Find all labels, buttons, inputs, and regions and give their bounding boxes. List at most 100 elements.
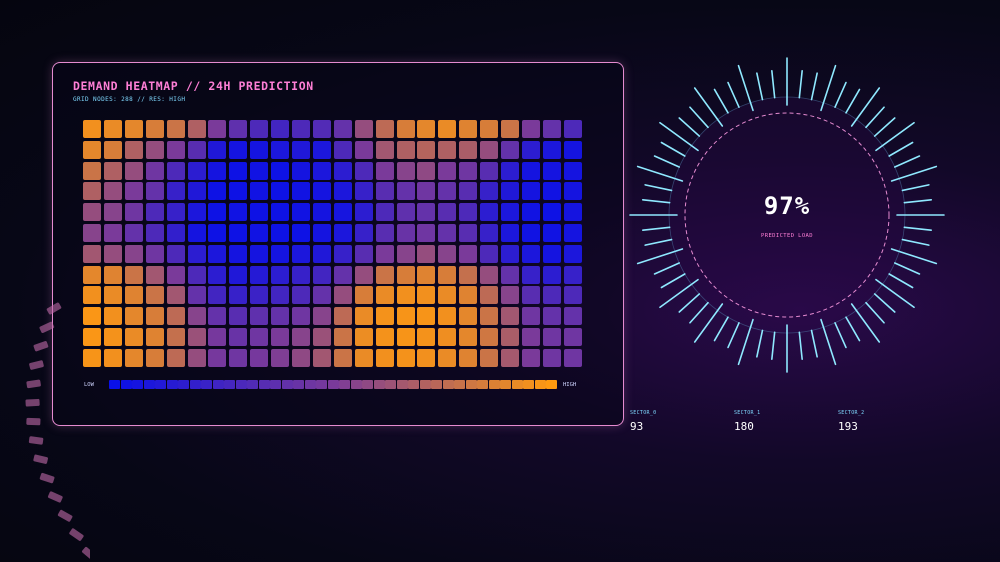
- heatmap-cell: [521, 328, 540, 346]
- heatmap-cell: [229, 182, 248, 201]
- heatmap-cell: [396, 161, 415, 180]
- heatmap-cell: [187, 328, 206, 346]
- heatmap-cell: [480, 286, 499, 305]
- heatmap-cell: [333, 224, 352, 242]
- heatmap-cell: [396, 182, 415, 201]
- gauge-tick: [689, 301, 709, 324]
- heatmap-cell: [417, 307, 436, 326]
- arc-segment: [26, 417, 41, 426]
- legend-step: [224, 380, 235, 389]
- heatmap-cell: [521, 120, 540, 138]
- heatmap-cell: [459, 224, 478, 242]
- heatmap-cell: [375, 348, 394, 367]
- heatmap-cell: [521, 307, 540, 326]
- heatmap-cell: [521, 265, 540, 284]
- heatmap-cell: [354, 286, 373, 305]
- legend-step: [247, 380, 258, 389]
- legend-step: [431, 380, 442, 389]
- heatmap-cell: [417, 286, 436, 305]
- arc-segment: [47, 491, 63, 503]
- gauge-tick: [875, 278, 915, 309]
- heatmap-cell: [459, 244, 478, 263]
- heatmap-cell: [145, 348, 164, 367]
- heatmap-cell: [480, 328, 499, 346]
- gauge-tick: [641, 199, 671, 204]
- heatmap-cell: [187, 286, 206, 305]
- heatmap-cell: [312, 286, 331, 305]
- gauge-tick: [653, 262, 681, 275]
- heatmap-cell: [292, 265, 310, 284]
- legend-step: [350, 380, 362, 389]
- arc-segment: [82, 546, 90, 561]
- gauge-tick: [660, 273, 686, 289]
- heatmap-cell: [250, 203, 269, 222]
- heatmap-cell: [271, 265, 290, 284]
- gauge-tick: [713, 316, 729, 342]
- heatmap-cell: [83, 244, 101, 263]
- heatmap-cell: [333, 161, 352, 180]
- legend-step: [488, 380, 500, 389]
- gauge-tick: [865, 106, 885, 129]
- heatmap-cell: [501, 203, 519, 222]
- heatmap-cell: [250, 161, 269, 180]
- gauge-tick: [660, 141, 686, 157]
- heatmap-cell: [333, 140, 352, 159]
- gauge-tick: [810, 329, 818, 358]
- heatmap-cell: [480, 265, 499, 284]
- gauge-tick: [820, 318, 837, 366]
- heatmap-cell: [542, 140, 561, 159]
- heatmap-cell: [145, 244, 164, 263]
- gauge-tick: [865, 301, 885, 324]
- heatmap-cell: [271, 328, 290, 346]
- heatmap-cell: [333, 244, 352, 263]
- gauge-tick: [890, 248, 938, 265]
- heatmap-cell: [501, 120, 519, 138]
- arc-segment: [25, 398, 40, 407]
- heatmap-cell: [166, 224, 185, 242]
- heatmap-cell: [438, 140, 457, 159]
- legend-step: [143, 380, 155, 389]
- heatmap-cell: [103, 286, 122, 305]
- legend-step: [327, 380, 339, 389]
- gauge-tick: [693, 303, 724, 343]
- heatmap-cell: [417, 265, 436, 284]
- heatmap-cell: [145, 286, 164, 305]
- heatmap-cell: [501, 161, 519, 180]
- legend-step: [408, 380, 419, 389]
- heatmap-cell: [459, 161, 478, 180]
- heatmap-cell: [103, 307, 122, 326]
- legend-step: [373, 380, 385, 389]
- heatmap-cell: [417, 224, 436, 242]
- heatmap-cell: [563, 182, 582, 201]
- heatmap-cell: [417, 348, 436, 367]
- heatmap-cell: [542, 265, 561, 284]
- heatmap-cell: [187, 140, 206, 159]
- arc-segment: [33, 454, 48, 464]
- sector-1-value: 180: [734, 420, 754, 433]
- heatmap-cell: [459, 286, 478, 305]
- heatmap-cell: [501, 328, 519, 346]
- sector-2-value: 193: [838, 420, 858, 433]
- legend-step: [293, 380, 304, 389]
- heatmap-cell: [375, 265, 394, 284]
- legend-step: [189, 380, 201, 389]
- heatmap-cell: [354, 328, 373, 346]
- heatmap-cell: [83, 140, 101, 159]
- heatmap-cell: [396, 348, 415, 367]
- heatmap-cell: [271, 120, 290, 138]
- heatmap-cell: [124, 120, 143, 138]
- gauge-tick: [737, 64, 754, 112]
- legend-step: [477, 380, 488, 389]
- heatmap-cell: [292, 203, 310, 222]
- heatmap-cell: [521, 182, 540, 201]
- heatmap-cell: [292, 120, 310, 138]
- heatmap-cell: [521, 348, 540, 367]
- gauge-tick: [798, 69, 803, 99]
- heatmap-cell: [124, 182, 143, 201]
- arc-segment: [39, 321, 55, 333]
- legend-high-label: HIGH: [563, 382, 577, 388]
- heatmap-cell: [271, 244, 290, 263]
- gauge-tick: [727, 81, 740, 109]
- heatmap-cell: [166, 286, 185, 305]
- heatmap-cell: [229, 328, 248, 346]
